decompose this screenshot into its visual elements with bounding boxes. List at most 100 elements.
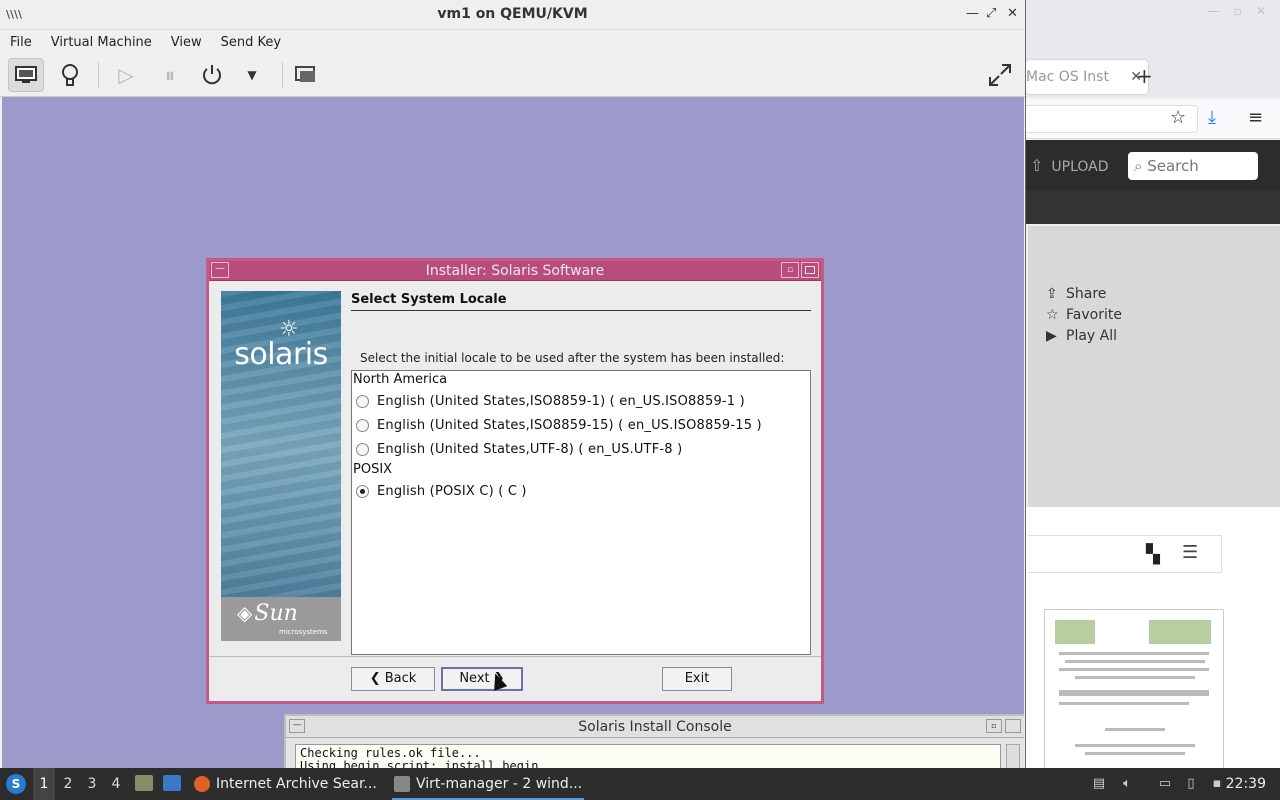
locale-option-label: English (United States,UTF-8) ( en_US.UT… (377, 441, 683, 457)
radio-button[interactable] (356, 442, 369, 456)
locale-option-label: English (POSIX C) ( C ) (377, 483, 527, 499)
menu-view[interactable]: View (171, 35, 202, 50)
radio-button[interactable] (356, 418, 369, 432)
details-view-button[interactable] (52, 58, 88, 92)
start-menu-icon[interactable]: S (6, 774, 26, 794)
locale-option-en-us-utf8[interactable]: English (United States,UTF-8) ( en_US.UT… (352, 437, 810, 461)
result-thumbnail[interactable] (1044, 609, 1224, 768)
notes-icon[interactable]: ▯ (1182, 775, 1200, 793)
browser-navbar: ☆ ⤓ ≡ (1026, 99, 1280, 139)
next-button[interactable]: Next ❯ (441, 667, 523, 691)
console-view-button[interactable] (8, 58, 44, 92)
menu-file[interactable]: File (10, 35, 32, 50)
show-desktop-icon[interactable] (163, 775, 181, 791)
site-search-input[interactable]: ⌕ Search (1128, 152, 1258, 180)
locale-list[interactable]: North America English (United States,ISO… (351, 370, 811, 655)
favorite-label: Favorite (1066, 307, 1122, 323)
console-line: Using begin script: install_begin (300, 759, 539, 769)
restore-icon[interactable]: ▫ (1234, 4, 1242, 18)
back-button[interactable]: ❮ Back (351, 667, 435, 691)
back-button-label: Back (384, 671, 417, 686)
chevron-left-icon: ❮ (369, 671, 381, 686)
page-heading: Select System Locale (351, 292, 811, 311)
installer-button-bar: ❮ Back Next ❯ Exit (209, 656, 821, 701)
menu-virtual-machine[interactable]: Virtual Machine (51, 35, 152, 50)
task-virt-manager[interactable]: Virt-manager - 2 wind... (392, 768, 584, 800)
volume-icon[interactable]: 🔈︎ (1118, 775, 1136, 793)
vm-window: \\\\ vm1 on QEMU/KVM — ⤢ ✕ File Virtual … (0, 0, 1026, 768)
snapshots-button[interactable] (288, 58, 324, 92)
sun-logo-box: ◈Sun microsystems (221, 597, 341, 641)
play-all-action[interactable]: ▶ Play All (1046, 326, 1122, 347)
clipboard-icon[interactable]: ▤ (1090, 775, 1108, 793)
console-scrollbar[interactable] (1006, 744, 1020, 768)
favorite-action[interactable]: ☆ Favorite (1046, 305, 1122, 326)
next-button-label: Next (459, 671, 490, 686)
file-manager-icon[interactable] (135, 775, 153, 791)
radio-button[interactable] (356, 394, 369, 408)
instruction-text: Select the initial locale to be used aft… (360, 351, 785, 365)
share-action[interactable]: ⇪ Share (1046, 284, 1122, 305)
vm-titlebar: \\\\ vm1 on QEMU/KVM — ⤢ ✕ (0, 0, 1025, 30)
close-icon[interactable]: ✕ (1007, 6, 1018, 21)
sun-logo: ◈Sun (237, 601, 298, 626)
download-icon[interactable]: ⤓ (1208, 107, 1216, 128)
minimize-icon[interactable]: — (1208, 4, 1220, 18)
workspace-3[interactable]: 3 (81, 768, 103, 800)
locale-group-label: North America (353, 372, 448, 387)
toolbar-separator (282, 62, 283, 88)
notifications-icon[interactable]: ▪ (1208, 775, 1226, 793)
share-icon: ⇪ (1046, 286, 1058, 302)
minimize-icon[interactable]: ▫ (781, 262, 799, 278)
power-menu-button[interactable]: ▼ (234, 58, 270, 92)
list-view-icon[interactable]: ☰ (1182, 542, 1198, 563)
browser-tab[interactable]: Mac OS Inst ✕ (1026, 60, 1148, 94)
exit-button-label: Exit (684, 671, 710, 686)
vm-window-title: vm1 on QEMU/KVM (437, 6, 588, 22)
chevron-down-icon: ▼ (247, 68, 257, 82)
window-menu-icon[interactable]: — (211, 262, 229, 278)
browser-tab-label: Mac OS Inst (1026, 69, 1109, 85)
exit-button[interactable]: Exit (662, 667, 732, 691)
virt-manager-icon (394, 776, 410, 792)
item-panel: ⇪ Share ☆ Favorite ▶ Play All (1028, 226, 1280, 507)
fullscreen-button[interactable] (982, 58, 1018, 92)
locale-option-posix-c[interactable]: English (POSIX C) ( C ) (352, 479, 810, 503)
locale-group-label: POSIX (353, 462, 393, 477)
network-icon[interactable]: ▭ (1156, 775, 1174, 793)
locale-option-en-us-iso8859-15[interactable]: English (United States,ISO8859-15) ( en_… (352, 413, 810, 437)
minimize-icon[interactable]: — (966, 6, 979, 21)
snapshots-icon (295, 66, 315, 82)
task-firefox[interactable]: Internet Archive Sear... (192, 768, 382, 800)
installer-titlebar: — Installer: Solaris Software ▫ (209, 261, 821, 281)
workspace-2[interactable]: 2 (57, 768, 79, 800)
grid-view-icon[interactable]: ▚ (1146, 544, 1160, 565)
window-menu-icon[interactable]: — (289, 719, 305, 733)
browser-tabbar: — ▫ ✕ Mac OS Inst ✕ + (1026, 0, 1280, 97)
close-icon[interactable]: ✕ (1256, 4, 1266, 18)
bookmark-star-icon[interactable]: ☆ (1170, 107, 1186, 128)
maximize-icon[interactable] (801, 262, 819, 278)
radio-button-selected[interactable] (356, 484, 369, 498)
menu-send-key[interactable]: Send Key (221, 35, 281, 50)
play-icon: ▷ (118, 63, 134, 87)
upload-link[interactable]: ⇧ UPLOAD (1030, 156, 1109, 175)
share-label: Share (1066, 286, 1107, 302)
minimize-icon[interactable]: ▫ (986, 719, 1002, 733)
guest-display[interactable]: — Installer: Solaris Software ▫ ☼ solari… (2, 97, 1024, 768)
maximize-icon[interactable]: ⤢ (986, 6, 996, 21)
pause-button[interactable]: ⏸ (152, 58, 188, 92)
maximize-icon[interactable] (1005, 719, 1021, 733)
hamburger-menu-icon[interactable]: ≡ (1248, 107, 1263, 128)
toolbar-separator (98, 62, 99, 88)
monitor-icon (15, 66, 37, 83)
locale-option-label: English (United States,ISO8859-1) ( en_U… (377, 393, 745, 409)
workspace-1[interactable]: 1 (33, 768, 55, 800)
locale-option-en-us-iso8859-1[interactable]: English (United States,ISO8859-1) ( en_U… (352, 389, 810, 413)
solaris-branding-panel: ☼ solaris ◈Sun microsystems (221, 291, 341, 641)
upload-icon: ⇧ (1030, 156, 1044, 175)
run-button[interactable]: ▷ (108, 58, 144, 92)
workspace-4[interactable]: 4 (105, 768, 127, 800)
power-button[interactable] (194, 58, 230, 92)
new-tab-icon[interactable]: + (1136, 64, 1153, 88)
